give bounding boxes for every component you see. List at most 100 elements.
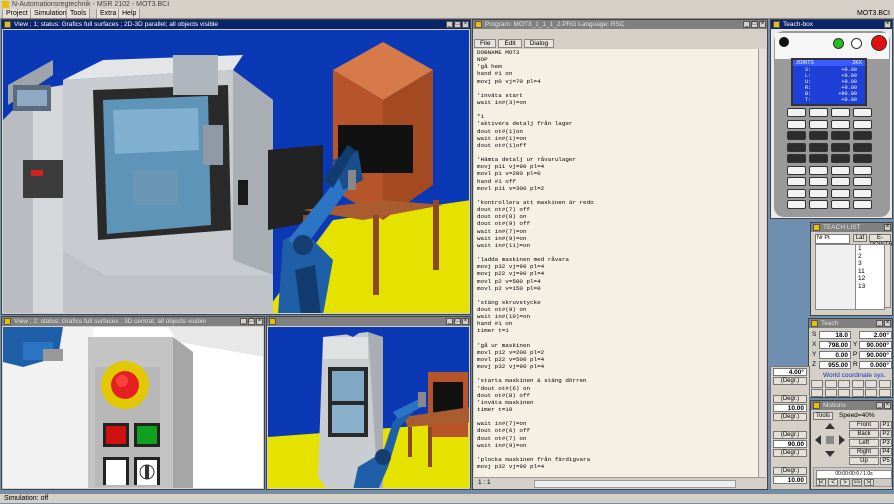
preset-button[interactable]: P2 [880,430,892,438]
code-line[interactable]: 'kontrollera att maskinen är redo [477,199,759,206]
code-line[interactable]: dout ot#(8) on [477,213,759,220]
pendant-key[interactable] [787,188,806,198]
degree-label-button[interactable]: (Degr.) [773,377,807,385]
code-line[interactable]: dout ot#(6) off [477,427,759,434]
rot-value-field[interactable]: 90.000° [859,341,892,349]
code-line[interactable]: movl p12 v=200 pl=2 [477,349,759,356]
pendant-key[interactable] [831,119,850,129]
pendant-key[interactable] [831,154,850,163]
code-line[interactable]: wait in#(7)=on [477,228,759,235]
degree-label-button[interactable]: (Degr.) [773,467,807,475]
view-1-titlebar[interactable]: View ; 1; status: Grafics full surfaces … [2,20,470,29]
code-line[interactable]: wait in#(7)=on [477,420,759,427]
pendant-key[interactable] [853,188,872,198]
maximize-icon[interactable]: □ [248,318,255,325]
emergency-stop-button[interactable] [871,35,887,51]
pendant-key[interactable] [809,165,828,175]
code-line[interactable]: 'stäng skruvstycke [477,299,759,306]
program-menu-dialog[interactable]: Dialog [523,39,555,48]
play-button[interactable]: > [840,479,850,486]
code-line[interactable]: 'gå hem [477,63,759,70]
close-icon[interactable]: × [884,224,891,231]
teach-list-item[interactable]: 11 [856,268,884,276]
rot-value-field[interactable]: 2.00° [859,331,892,339]
code-line[interactable]: dout ot#(1)off [477,142,759,149]
pendant-key[interactable] [831,131,850,140]
code-line[interactable] [477,449,759,456]
axis-jog-button[interactable] [838,389,850,397]
lat-button[interactable]: Lat [853,234,867,242]
code-line[interactable]: movj p0 vj=70 pl=4 [477,78,759,85]
pos-value-field[interactable]: 955.00 [819,361,851,369]
teach-list-items[interactable]: 1 2 3 11 12 13 [855,244,885,310]
rot-value-field[interactable]: 0.000° [859,361,892,369]
pendant-key[interactable] [809,188,828,198]
degree-label-button[interactable]: (Degr.) [773,431,807,439]
code-line[interactable]: dout ot#(1)on [477,128,759,135]
minimize-icon[interactable]: _ [446,21,453,28]
pendant-key[interactable] [853,200,872,209]
view-1-3d-viewport[interactable] [3,30,469,313]
code-line[interactable]: movl p11 v=300 pl=2 [477,185,759,192]
minimize-icon[interactable]: _ [876,402,883,409]
pendant-key[interactable] [787,131,806,140]
code-line[interactable] [477,106,759,113]
motion-titlebar[interactable]: Motions _ × [811,401,892,410]
axis-jog-button[interactable] [865,380,877,388]
code-line[interactable] [477,149,759,156]
code-line[interactable]: movj p11 vj=90 pl=4 [477,163,759,170]
pendant-key[interactable] [831,188,850,198]
axis-jog-button[interactable] [878,380,891,388]
servo-on-button[interactable] [833,38,844,49]
minimize-icon[interactable]: _ [876,320,883,327]
tools-button[interactable]: Tools [813,412,833,420]
maximize-icon[interactable]: □ [454,318,461,325]
view-2-titlebar[interactable]: View ; 2; status: Grafics full surfaces … [2,317,264,326]
teach-list-scrollbar[interactable] [884,244,891,308]
code-line[interactable]: wait in#(9)=on [477,235,759,242]
pendant-key[interactable] [831,200,850,209]
axis-jog-button[interactable] [811,380,823,388]
degree-top-field[interactable]: 4.00° [773,368,807,376]
code-line[interactable]: wait in#(1)=on [477,135,759,142]
pendant-key[interactable] [787,108,806,117]
pendant-key[interactable] [853,177,872,186]
pendant-key[interactable] [787,154,806,163]
code-line[interactable]: wait in#(10)=on [477,313,759,320]
close-icon[interactable]: × [884,320,891,327]
pendant-key[interactable] [853,108,872,117]
preset-button[interactable]: P3 [880,439,892,447]
code-line[interactable]: hand #1 off [477,178,759,185]
teach-list-item[interactable]: 13 [856,283,884,291]
teach-list-item[interactable]: 2 [856,253,884,261]
code-line[interactable]: 'inväta start [477,92,759,99]
menu-simulation[interactable]: Simulation [30,9,71,18]
pos-value-field[interactable]: 18.0 [819,331,851,339]
close-icon[interactable]: × [759,21,766,28]
code-line[interactable]: dout ot#(7) on [477,435,759,442]
code-line[interactable]: movl p22 v=500 pl=4 [477,356,759,363]
close-icon[interactable]: × [462,21,469,28]
fast-forward-button[interactable]: >> [852,479,862,486]
pendant-key[interactable] [853,165,872,175]
teach-list-left-pane[interactable] [815,244,857,310]
pendant-key[interactable] [787,142,806,152]
axis-jog-button[interactable] [865,389,877,397]
code-line[interactable]: movl p1 v=200 pl=0 [477,170,759,177]
close-icon[interactable]: × [884,402,891,409]
pendant-key[interactable] [809,177,828,186]
program-scrollbar[interactable] [758,49,766,477]
code-line[interactable]: 'aktivera detalj från lager [477,120,759,127]
code-line[interactable]: dout ot#(8) off [477,392,759,399]
close-icon[interactable]: × [462,318,469,325]
pendant-key[interactable] [809,119,828,129]
degree-label-button[interactable]: (Degr.) [773,449,807,457]
code-line[interactable]: movj p32 vj=90 pl=4 [477,463,759,470]
pendant-key[interactable] [809,200,828,209]
preset-button[interactable]: P1 [880,421,892,429]
axis-jog-button[interactable] [811,389,823,397]
jog-arrow-grid[interactable] [813,421,847,459]
code-line[interactable]: NOP [477,56,759,63]
view-2-3d-viewport[interactable] [3,327,263,488]
maximize-icon[interactable]: □ [454,21,461,28]
